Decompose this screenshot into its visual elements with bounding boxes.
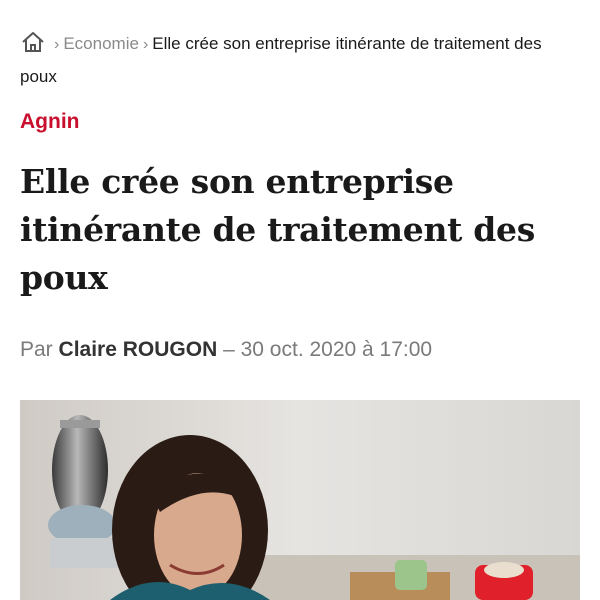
byline-prefix: Par	[20, 338, 53, 361]
breadcrumb-section-link[interactable]: Economie	[63, 34, 139, 53]
article-byline: Par Claire ROUGON – 30 oct. 2020 à 17:00	[20, 338, 432, 362]
article-category[interactable]: Agnin	[20, 110, 79, 134]
breadcrumb-separator: ›	[142, 36, 149, 53]
article-photo-illustration	[20, 400, 580, 600]
publish-date: 30 oct. 2020 à 17:00	[240, 338, 433, 361]
breadcrumb-separator: ›	[54, 36, 60, 53]
date-separator: –	[223, 338, 235, 361]
author-name[interactable]: Claire ROUGON	[59, 338, 218, 361]
home-icon[interactable]	[20, 31, 46, 53]
breadcrumb: › Economie › Elle crée son entreprise itiné…	[20, 28, 580, 93]
article-photo[interactable]	[20, 400, 580, 600]
article-title: Elle crée son entreprise itinérante de t…	[20, 162, 536, 297]
